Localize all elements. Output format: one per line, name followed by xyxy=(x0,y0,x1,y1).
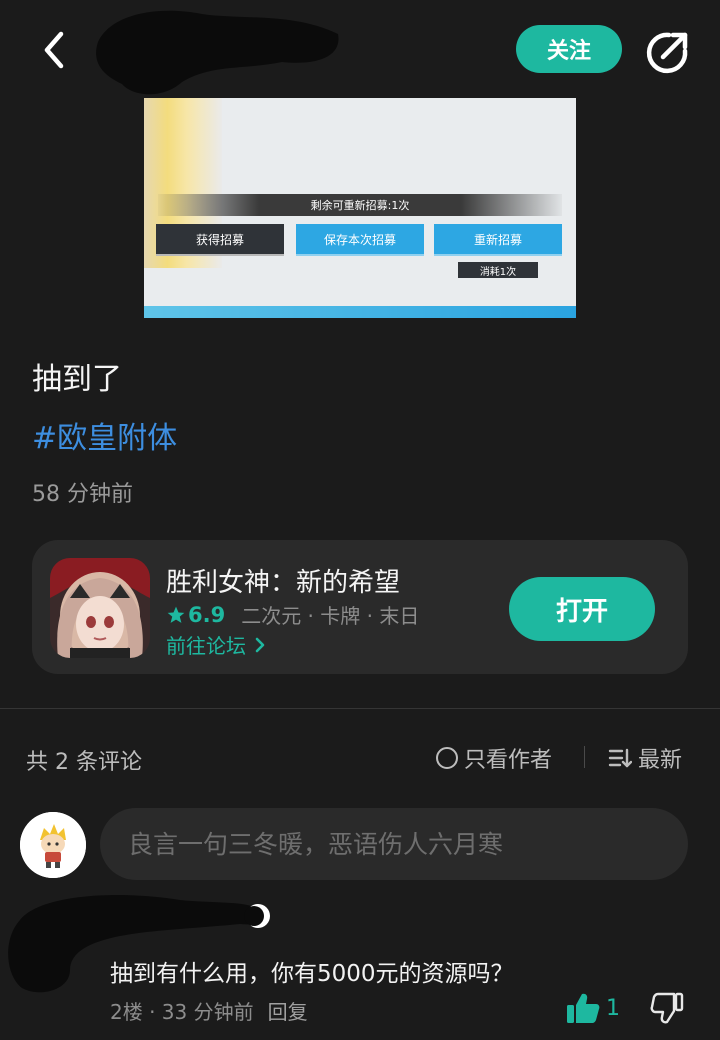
re-recruit-button: 重新招募 xyxy=(434,224,562,254)
game-icon[interactable] xyxy=(50,558,150,658)
game-meta: 6.9 二次元 · 卡牌 · 末日 xyxy=(166,600,419,629)
chevron-right-icon xyxy=(255,637,265,652)
game-character-icon xyxy=(50,558,150,658)
game-rating: 6.9 xyxy=(166,603,225,627)
comment-count: 共 2 条评论 xyxy=(26,750,142,775)
game-name[interactable]: 胜利女神：新的希望 xyxy=(166,562,400,599)
sort-latest-label: 最新 xyxy=(638,748,683,773)
open-game-button[interactable]: 打开 xyxy=(509,577,655,641)
share-icon xyxy=(646,32,688,74)
sort-latest-button[interactable]: 最新 xyxy=(608,742,682,774)
back-button[interactable] xyxy=(30,26,78,74)
comment-text: 抽到有什么用，你有5000元的资源吗？ xyxy=(110,961,514,987)
post-title: 抽到了 xyxy=(32,362,122,397)
remaining-recruit-bar: 剩余可重新招募:1次 xyxy=(158,194,562,216)
comment-floor-time: 2楼 · 33 分钟前 xyxy=(110,1000,254,1024)
post-image[interactable]: 剩余可重新招募:1次 获得招募 保存本次招募 重新招募 消耗1次 xyxy=(144,98,576,318)
share-button[interactable] xyxy=(640,26,694,80)
save-recruit-button: 保存本次招募 xyxy=(296,224,424,254)
post-timestamp: 58 分钟前 xyxy=(32,482,133,507)
redacted-user-info xyxy=(96,10,339,95)
comment-meta: 2楼 · 33 分钟前 回复 xyxy=(110,996,308,1025)
follow-button[interactable]: 关注 xyxy=(516,25,622,73)
toolbar-separator xyxy=(584,746,585,768)
game-tags: 二次元 · 卡牌 · 末日 xyxy=(241,604,420,628)
cost-label: 消耗1次 xyxy=(458,262,538,278)
hashtag-link[interactable]: #欧皇附体 xyxy=(32,413,177,457)
rating-value: 6.9 xyxy=(188,602,226,627)
only-author-label: 只看作者 xyxy=(464,748,553,773)
like-count: 1 xyxy=(606,995,620,1021)
comment-input[interactable] xyxy=(100,808,688,880)
forum-link[interactable]: 前往论坛 xyxy=(166,630,268,659)
forum-link-label: 前往论坛 xyxy=(166,634,246,658)
dislike-button[interactable] xyxy=(650,992,684,1028)
avatar-character-icon xyxy=(20,812,86,878)
like-button[interactable]: 1 xyxy=(566,992,620,1024)
image-bottom-bar xyxy=(144,306,576,318)
chevron-left-icon xyxy=(44,31,64,69)
thumbs-up-icon xyxy=(567,993,600,1023)
get-recruit-button: 获得招募 xyxy=(156,224,284,254)
avatar[interactable] xyxy=(20,812,86,878)
reply-button[interactable]: 回复 xyxy=(268,996,308,1025)
radio-circle-icon xyxy=(436,747,458,769)
star-icon xyxy=(167,606,185,623)
thumbs-down-icon xyxy=(650,992,684,1024)
only-author-toggle[interactable]: 只看作者 xyxy=(436,742,552,774)
sort-icon xyxy=(608,748,632,768)
section-divider xyxy=(0,708,720,709)
